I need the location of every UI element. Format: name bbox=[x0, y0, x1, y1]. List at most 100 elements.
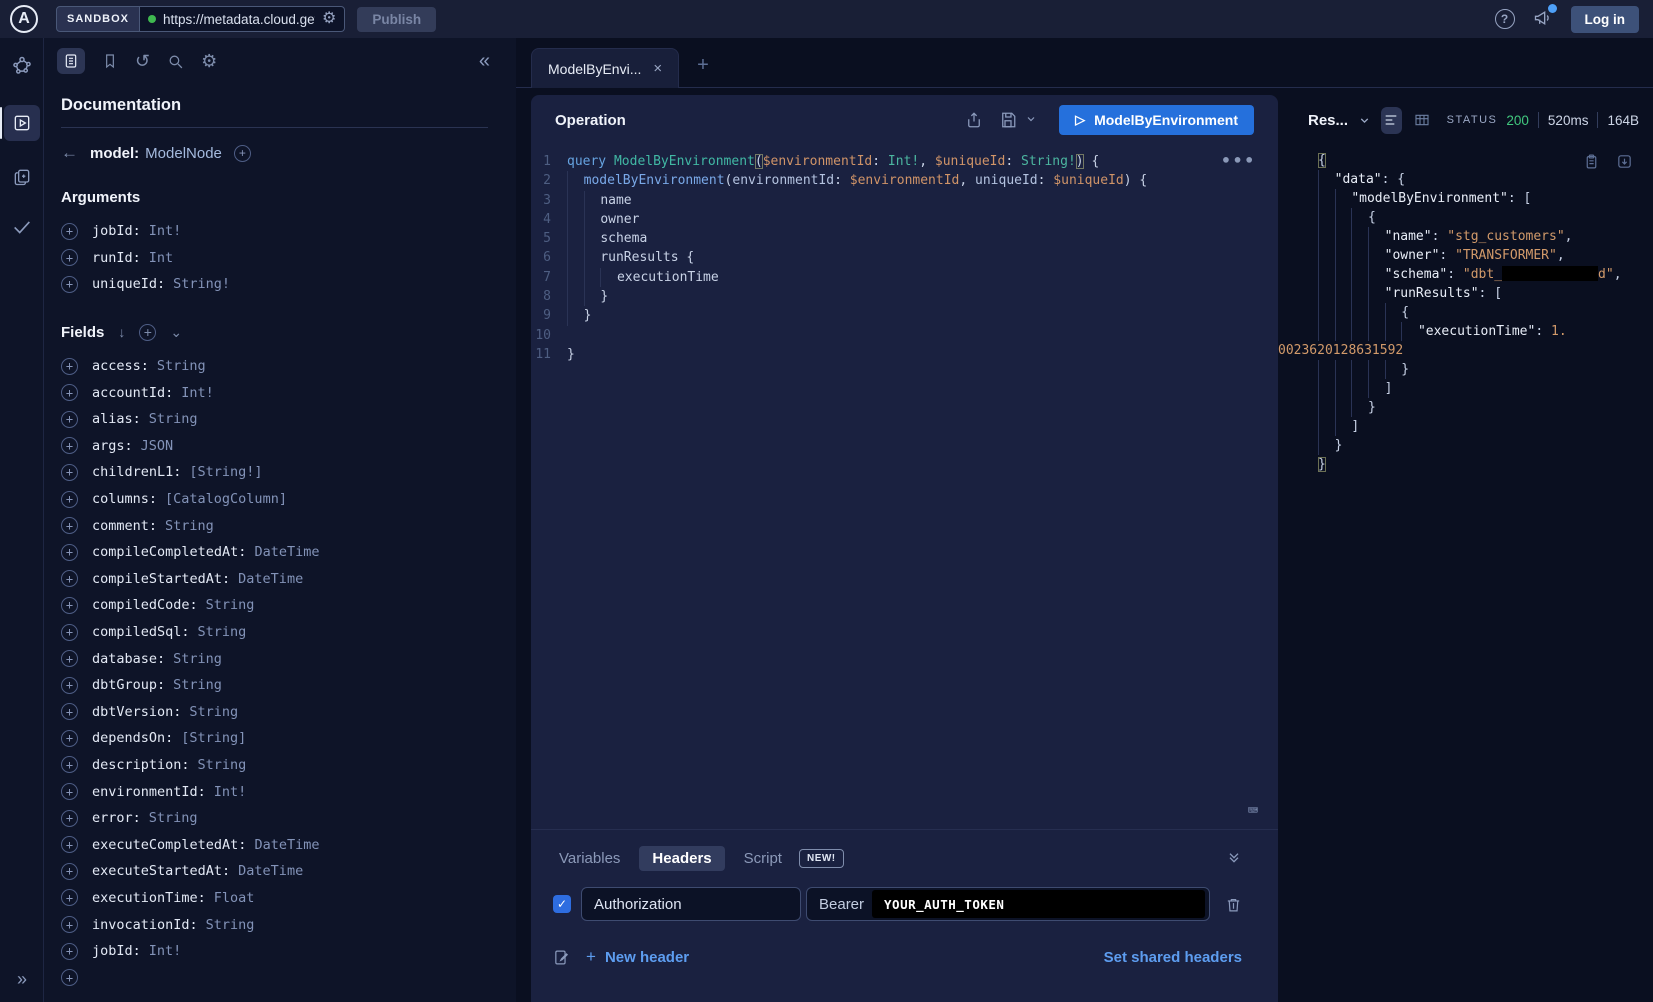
add-field-button[interactable]: + bbox=[61, 437, 78, 454]
field-type-link[interactable]: DateTime bbox=[254, 837, 319, 853]
field-type-link[interactable]: String bbox=[149, 411, 198, 427]
field-type-link[interactable]: DateTime bbox=[254, 544, 319, 560]
add-field-button[interactable]: + bbox=[61, 916, 78, 933]
field-type-link[interactable]: String bbox=[157, 358, 206, 374]
field-type-link[interactable]: [String!] bbox=[189, 464, 262, 480]
add-field-button[interactable]: + bbox=[61, 464, 78, 481]
expand-rail-button[interactable]: » bbox=[0, 969, 44, 990]
tab-variables[interactable]: Variables bbox=[553, 846, 626, 871]
auth-token-redacted[interactable]: YOUR_AUTH_TOKEN bbox=[872, 890, 1205, 918]
add-field-button[interactable]: + bbox=[61, 889, 78, 906]
field-type-link[interactable]: String bbox=[189, 704, 238, 720]
delete-header-button[interactable] bbox=[1225, 896, 1242, 913]
close-tab-icon[interactable]: × bbox=[653, 60, 662, 77]
add-field-button[interactable]: + bbox=[61, 677, 78, 694]
sort-fields-icon[interactable]: ↓ bbox=[118, 324, 125, 340]
add-field-button[interactable]: + bbox=[61, 411, 78, 428]
add-field-button[interactable]: + bbox=[61, 783, 78, 800]
field-type-link[interactable]: String bbox=[198, 624, 247, 640]
save-operation-button[interactable] bbox=[999, 111, 1017, 129]
login-button[interactable]: Log in bbox=[1571, 6, 1640, 33]
add-field-button[interactable]: + bbox=[61, 810, 78, 827]
add-field-button[interactable]: + bbox=[61, 756, 78, 773]
field-type-link[interactable]: JSON bbox=[141, 438, 174, 454]
field-type-link[interactable]: String bbox=[165, 518, 214, 534]
save-options-chevron-icon[interactable] bbox=[1025, 112, 1037, 128]
saved-operations-button[interactable] bbox=[102, 53, 118, 69]
field-type-link[interactable]: Int! bbox=[214, 784, 247, 800]
field-type-link[interactable]: [CatalogColumn] bbox=[165, 491, 287, 507]
operation-collections-button[interactable] bbox=[12, 167, 32, 190]
raw-view-toggle[interactable] bbox=[1381, 107, 1402, 134]
publish-button[interactable]: Publish bbox=[357, 7, 436, 32]
field-type-link[interactable]: Int! bbox=[181, 385, 214, 401]
collapse-docs-button[interactable]: « bbox=[479, 50, 490, 73]
checks-nav-button[interactable] bbox=[11, 216, 33, 241]
field-type-link[interactable]: String bbox=[206, 917, 255, 933]
field-type-link[interactable]: String bbox=[173, 677, 222, 693]
add-field-button[interactable]: + bbox=[61, 223, 78, 240]
table-view-toggle[interactable] bbox=[1412, 107, 1433, 134]
add-field-button[interactable]: + bbox=[61, 703, 78, 720]
add-field-button[interactable]: + bbox=[61, 249, 78, 266]
back-arrow-icon[interactable]: ← bbox=[61, 143, 78, 163]
field-type-link[interactable]: Int! bbox=[149, 943, 182, 959]
field-type-link[interactable]: Int bbox=[149, 250, 173, 266]
response-dropdown-chevron-icon[interactable] bbox=[1358, 114, 1371, 127]
add-field-button[interactable]: + bbox=[61, 943, 78, 960]
history-button[interactable]: ↺ bbox=[135, 52, 150, 70]
add-field-button[interactable]: + bbox=[61, 624, 78, 641]
add-field-button[interactable]: + bbox=[61, 863, 78, 880]
add-field-button[interactable]: + bbox=[61, 650, 78, 667]
add-field-button[interactable]: + bbox=[61, 597, 78, 614]
download-response-button[interactable] bbox=[1616, 153, 1633, 170]
field-type-link[interactable]: Int! bbox=[149, 223, 182, 239]
tab-script[interactable]: Script bbox=[738, 846, 788, 871]
field-type-link[interactable]: String bbox=[198, 757, 247, 773]
environment-variables-button[interactable] bbox=[553, 949, 570, 966]
header-enabled-checkbox[interactable]: ✓ bbox=[553, 895, 571, 913]
fields-options-chevron-icon[interactable]: ⌄ bbox=[170, 324, 182, 341]
endpoint-url-input[interactable] bbox=[163, 12, 315, 27]
announcements-button[interactable] bbox=[1533, 8, 1553, 31]
add-fields-button[interactable]: + bbox=[139, 324, 156, 341]
field-type-link[interactable]: String bbox=[173, 651, 222, 667]
explorer-settings-icon[interactable]: ⚙ bbox=[201, 52, 217, 70]
add-field-button[interactable]: + bbox=[61, 491, 78, 508]
header-name-input[interactable] bbox=[581, 887, 801, 921]
help-icon[interactable]: ? bbox=[1495, 9, 1515, 29]
add-field-button[interactable]: + bbox=[61, 544, 78, 561]
operation-tab[interactable]: ModelByEnvi... × bbox=[531, 48, 679, 88]
documentation-tab-button[interactable] bbox=[57, 48, 85, 74]
collapse-panel-button[interactable] bbox=[1226, 849, 1242, 868]
breadcrumb-type-link[interactable]: ModelNode bbox=[145, 145, 222, 162]
explorer-nav-button[interactable] bbox=[0, 105, 44, 141]
add-field-button[interactable]: + bbox=[61, 358, 78, 375]
connection-settings-icon[interactable]: ⚙ bbox=[322, 11, 336, 27]
set-shared-headers-link[interactable]: Set shared headers bbox=[1104, 949, 1242, 966]
field-type-link[interactable]: String bbox=[206, 597, 255, 613]
tab-headers[interactable]: Headers bbox=[639, 846, 724, 871]
add-field-button[interactable]: + bbox=[61, 276, 78, 293]
field-type-link[interactable]: Float bbox=[214, 890, 255, 906]
add-field-button[interactable]: + bbox=[61, 969, 78, 986]
endpoint-url-box[interactable]: ⚙ bbox=[140, 6, 345, 32]
add-field-button[interactable]: + bbox=[61, 836, 78, 853]
new-tab-button[interactable]: + bbox=[697, 55, 709, 75]
field-type-link[interactable]: String! bbox=[173, 276, 230, 292]
header-value-field[interactable]: Bearer YOUR_AUTH_TOKEN bbox=[806, 887, 1210, 921]
apollo-logo[interactable]: A bbox=[10, 5, 38, 33]
search-button[interactable] bbox=[167, 53, 184, 70]
operation-editor[interactable]: ••• ⌨ 1query ModelByEnvironment($environ… bbox=[531, 145, 1278, 829]
add-all-fields-button[interactable]: + bbox=[234, 145, 251, 162]
copy-response-button[interactable] bbox=[1583, 153, 1600, 170]
editor-overflow-menu[interactable]: ••• bbox=[1221, 151, 1256, 170]
share-operation-button[interactable] bbox=[965, 111, 983, 129]
field-type-link[interactable]: [String] bbox=[181, 730, 246, 746]
field-type-link[interactable]: String bbox=[149, 810, 198, 826]
add-field-button[interactable]: + bbox=[61, 384, 78, 401]
new-header-button[interactable]: + New header bbox=[586, 947, 689, 967]
run-operation-button[interactable]: ▷ ModelByEnvironment bbox=[1059, 105, 1254, 135]
add-field-button[interactable]: + bbox=[61, 517, 78, 534]
keyboard-shortcuts-icon[interactable]: ⌨ bbox=[1248, 801, 1258, 821]
